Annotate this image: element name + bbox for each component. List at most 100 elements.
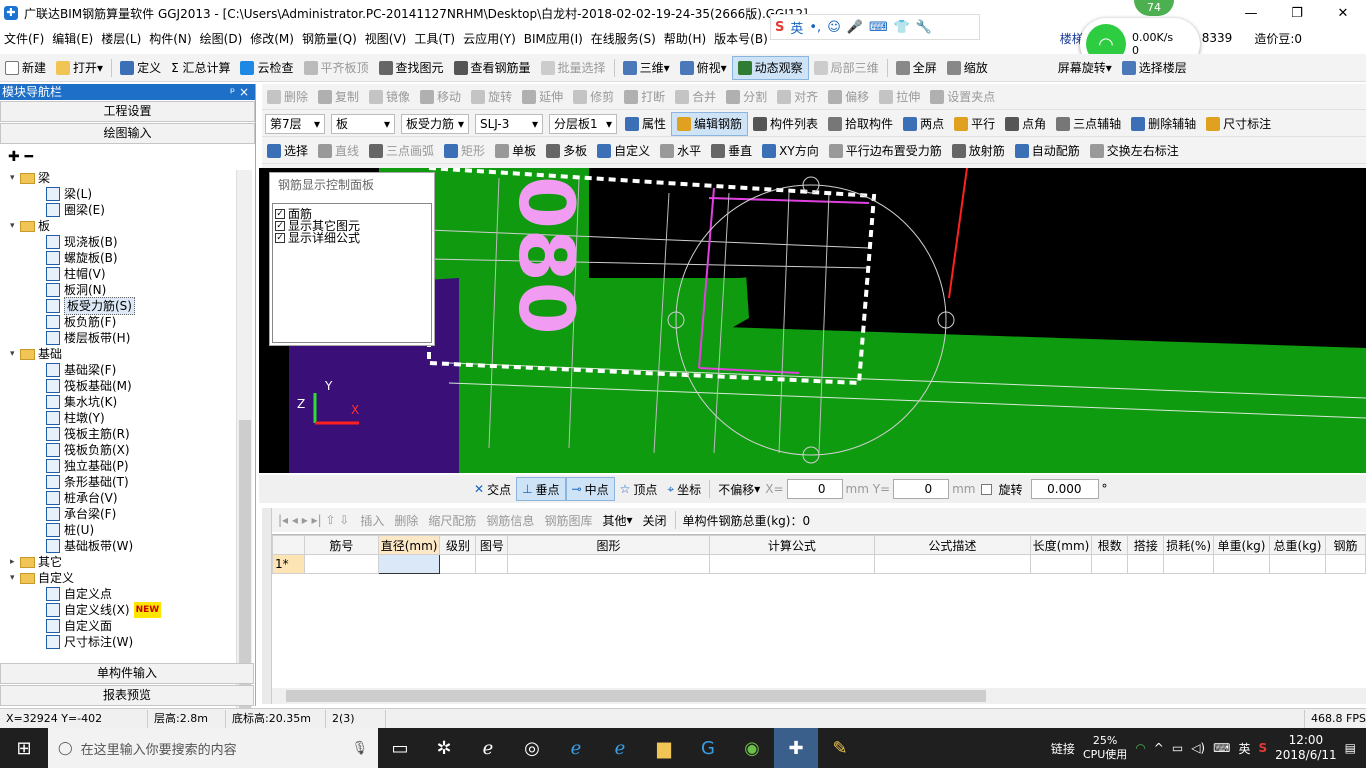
menu-modify[interactable]: 修改(M): [246, 30, 298, 47]
grip-button[interactable]: 设置夹点: [925, 85, 1000, 109]
line-button[interactable]: 直线: [313, 139, 364, 163]
chevron-down-icon[interactable]: ▾: [10, 570, 20, 586]
other-button[interactable]: 其他 ▾: [597, 508, 637, 532]
top-view-button[interactable]: 俯视 ▾: [675, 56, 732, 80]
rebar-info-button[interactable]: 钢筋信息: [481, 508, 539, 532]
tree-item[interactable]: 条形基础(T): [46, 474, 129, 490]
rotate-checkbox[interactable]: [981, 483, 993, 495]
tree-item[interactable]: 集水坑(K): [46, 394, 117, 410]
tree-item[interactable]: 楼层板带(H): [46, 330, 130, 346]
offset-select[interactable]: 不偏移 ▾: [713, 477, 765, 501]
fullscreen-button[interactable]: 全屏: [891, 56, 942, 80]
tree-item[interactable]: 板洞(N): [46, 282, 106, 298]
tree-item[interactable]: 柱帽(V): [46, 266, 106, 282]
chevron-down-icon[interactable]: ▾: [10, 346, 20, 362]
windows-start-icon[interactable]: ⊞: [0, 728, 48, 768]
tree-item[interactable]: 基础板带(W): [46, 538, 133, 554]
network-icon[interactable]: ▭: [1172, 741, 1183, 755]
type-select[interactable]: 板 ▾: [331, 113, 395, 134]
chevron-up-icon[interactable]: ^: [1154, 741, 1164, 755]
rectangle-button[interactable]: 矩形: [439, 139, 490, 163]
edit-rebar-button[interactable]: 编辑钢筋: [671, 111, 749, 136]
move-button[interactable]: 移动: [415, 85, 466, 109]
trim-button[interactable]: 修剪: [568, 85, 619, 109]
layer-select[interactable]: 分层板1 ▾: [549, 113, 617, 134]
ie-icon[interactable]: ℯ: [466, 728, 510, 768]
splitter[interactable]: [262, 508, 272, 704]
ime-lang[interactable]: 英: [790, 18, 803, 37]
fan-app-icon[interactable]: ✲: [422, 728, 466, 768]
drawing-input-button[interactable]: 绘图输入: [0, 123, 255, 144]
report-preview-button[interactable]: 报表预览: [0, 685, 254, 706]
clock[interactable]: 12:00 2018/6/11: [1275, 733, 1337, 763]
extend-button[interactable]: 延伸: [517, 85, 568, 109]
tree-item[interactable]: 筏板基础(M): [46, 378, 132, 394]
grid-hscrollbar[interactable]: [272, 688, 1366, 704]
tree-folder[interactable]: ▾ 梁: [10, 170, 50, 186]
arc-button[interactable]: 三点画弧: [364, 139, 439, 163]
select-button[interactable]: 选择: [262, 139, 313, 163]
chevron-right-icon[interactable]: ▸: [10, 554, 20, 570]
pin-close-icon[interactable]: ᵖ ×: [230, 84, 255, 100]
ime-lang-tray[interactable]: 英: [1238, 740, 1250, 757]
chevron-down-icon[interactable]: ▾: [10, 218, 20, 234]
nav-arrows[interactable]: |◂ ◂ ▸ ▸| ⇧ ⇩: [272, 513, 355, 527]
tree-item[interactable]: 自定义面: [46, 618, 112, 634]
sogou-tray-icon[interactable]: S: [1258, 741, 1267, 755]
define-button[interactable]: 定义: [115, 56, 166, 80]
rotate-angle-input[interactable]: 0.000: [1030, 479, 1099, 499]
emoji-icon[interactable]: ☺: [827, 20, 841, 35]
rebar-delete-button[interactable]: 删除: [389, 508, 423, 532]
tree-item[interactable]: 板受力筋(S): [46, 297, 135, 315]
tree-folder[interactable]: ▾ 自定义: [10, 570, 74, 586]
project-settings-button[interactable]: 工程设置: [0, 101, 255, 122]
y-offset-input[interactable]: 0: [893, 479, 950, 499]
mic-icon[interactable]: 🎤: [847, 20, 863, 35]
tree-item[interactable]: 承台梁(F): [46, 506, 116, 522]
snap-midpoint[interactable]: ⊸ 中点: [565, 477, 615, 501]
tree-item[interactable]: 基础梁(F): [46, 362, 116, 378]
rotate-screen-button[interactable]: 屏幕旋转 ▾: [1053, 56, 1117, 80]
table-row[interactable]: 1*: [272, 554, 1366, 574]
tree-item[interactable]: 桩承台(V): [46, 490, 118, 506]
menu-help[interactable]: 帮助(H): [660, 30, 710, 47]
subtype-select[interactable]: 板受力筋 ▾: [401, 113, 469, 134]
task-view-icon[interactable]: ▭: [378, 728, 422, 768]
tree-item[interactable]: 筏板主筋(R): [46, 426, 130, 442]
rebar-library-button[interactable]: 钢筋图库: [539, 508, 597, 532]
menu-draw[interactable]: 绘图(D): [196, 30, 247, 47]
tree-item[interactable]: 自定义点: [46, 586, 112, 602]
local-3d-button[interactable]: 局部三维: [809, 56, 884, 80]
find-button[interactable]: 查找图元: [374, 56, 449, 80]
batch-select-button[interactable]: 批量选择: [536, 56, 611, 80]
snap-intersection[interactable]: ✕ 交点: [469, 477, 516, 501]
close-button[interactable]: ✕: [1320, 0, 1366, 26]
orbit-button[interactable]: 动态观察: [731, 55, 809, 80]
copy-button[interactable]: 复制: [313, 85, 364, 109]
merge-button[interactable]: 合并: [670, 85, 721, 109]
align-top-button[interactable]: 平齐板顶: [299, 56, 374, 80]
dimension-button[interactable]: 尺寸标注: [1201, 112, 1276, 136]
3d-button[interactable]: 三维 ▾: [618, 56, 675, 80]
auto-rebar-button[interactable]: 自动配筋: [1010, 139, 1085, 163]
cpu-usage[interactable]: 25% CPU使用: [1083, 734, 1127, 762]
tree-folder[interactable]: ▾ 基础: [10, 346, 62, 362]
view-rebar-button[interactable]: 查看钢筋量: [449, 56, 536, 80]
open-button[interactable]: 打开 ▾: [51, 56, 108, 80]
tree-item[interactable]: 螺旋板(B): [46, 250, 118, 266]
insert-button[interactable]: 插入: [355, 508, 389, 532]
menu-component[interactable]: 构件(N): [145, 30, 195, 47]
single-slab-button[interactable]: 单板: [490, 139, 541, 163]
wifi-tray-icon[interactable]: ◠: [1135, 741, 1145, 755]
mirror-button[interactable]: 镜像: [364, 85, 415, 109]
menu-rebar[interactable]: 钢筋量(Q): [298, 30, 361, 47]
tree-folder[interactable]: ▾ 板: [10, 218, 50, 234]
menu-tools[interactable]: 工具(T): [410, 30, 459, 47]
tree-item[interactable]: 独立基础(P): [46, 458, 129, 474]
cell-diameter[interactable]: [377, 554, 441, 574]
punct-icon[interactable]: •,: [809, 20, 821, 35]
two-point-button[interactable]: 两点: [898, 112, 949, 136]
360-icon[interactable]: ◉: [730, 728, 774, 768]
horizontal-button[interactable]: 水平: [655, 139, 706, 163]
chevron-down-icon[interactable]: ▾: [10, 170, 20, 186]
